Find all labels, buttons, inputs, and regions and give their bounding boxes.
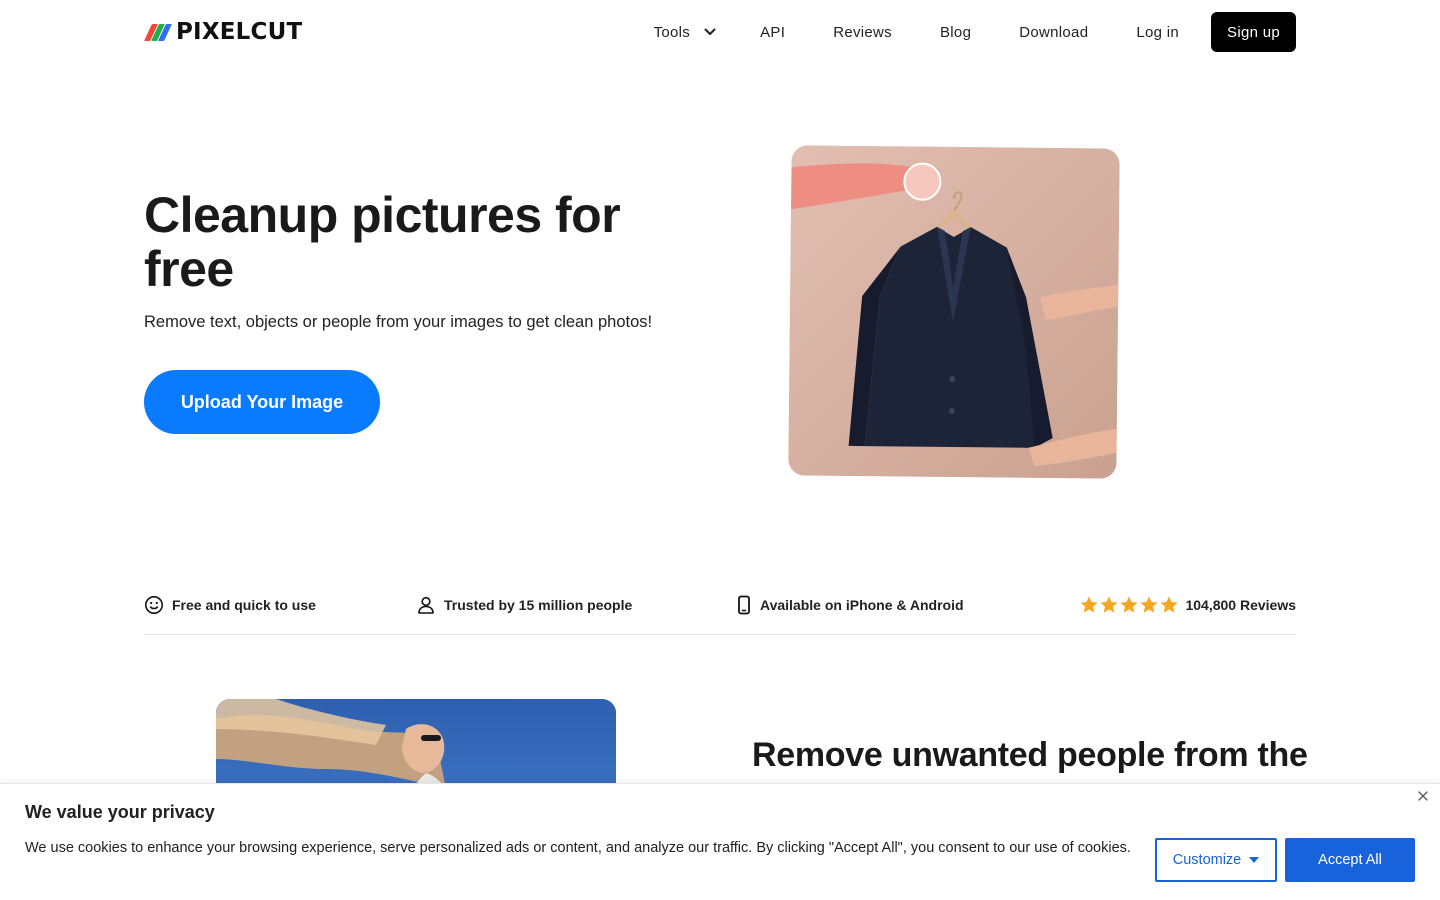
nav-reviews-link[interactable]: Reviews — [833, 24, 892, 41]
main-nav: Tools API Reviews Blog Download Log in S… — [654, 12, 1296, 52]
hero-subtitle: Remove text, objects or people from your… — [144, 313, 653, 331]
customize-label: Customize — [1172, 852, 1242, 868]
chevron-down-icon — [704, 28, 716, 35]
rating-stars — [1079, 595, 1179, 615]
section-divider — [144, 634, 1296, 635]
caret-down-icon — [1249, 857, 1260, 863]
section-title: Remove unwanted people from the — [752, 736, 1308, 774]
hero-title: Cleanup pictures for free — [144, 187, 621, 297]
logo-mark-icon — [144, 22, 172, 42]
nav-tools-label: Tools — [653, 23, 691, 41]
features-row: Free and quick to use Trusted by 15 mill… — [144, 590, 1296, 620]
nav-download-link[interactable]: Download — [1019, 24, 1088, 41]
site-header: PIXELCUT Tools API Reviews Blog Download… — [0, 0, 1440, 64]
person-icon — [416, 595, 436, 615]
star-icon — [1100, 596, 1118, 613]
logo-text: PIXELCUT — [176, 19, 303, 45]
customize-button[interactable]: Customize — [1155, 838, 1277, 882]
star-icon — [1080, 596, 1098, 613]
nav-login-link[interactable]: Log in — [1136, 24, 1179, 41]
signup-button[interactable]: Sign up — [1211, 12, 1296, 52]
smiley-icon — [144, 595, 164, 615]
cookie-banner: We value your privacy We use cookies to … — [0, 783, 1440, 900]
upload-image-button[interactable]: Upload Your Image — [144, 370, 380, 434]
feature-free: Free and quick to use — [144, 590, 316, 620]
nav-tools-dropdown[interactable]: Tools — [654, 24, 717, 41]
pixelcut-logo[interactable]: PIXELCUT — [144, 19, 303, 45]
phone-icon — [736, 595, 752, 615]
nav-api-link[interactable]: API — [760, 24, 785, 41]
star-icon — [1120, 596, 1138, 613]
feature-label: Trusted by 15 million people — [444, 597, 633, 613]
feature-label: Available on iPhone & Android — [760, 597, 964, 613]
star-icon — [1160, 596, 1178, 613]
feature-label: 104,800 Reviews — [1185, 597, 1296, 613]
feature-trusted: Trusted by 15 million people — [416, 590, 632, 620]
star-icon — [1140, 596, 1158, 613]
feature-label: Free and quick to use — [172, 597, 316, 613]
feature-available: Available on iPhone & Android — [736, 590, 964, 620]
hero-demo-image — [788, 145, 1120, 479]
feature-reviews[interactable]: 104,800 Reviews — [1079, 590, 1296, 620]
nav-blog-link[interactable]: Blog — [940, 24, 971, 41]
cookie-text: We use cookies to enhance your browsing … — [25, 840, 1131, 856]
cookie-title: We value your privacy — [25, 802, 215, 822]
accept-all-button[interactable]: Accept All — [1285, 838, 1415, 882]
close-icon[interactable] — [1415, 788, 1431, 804]
